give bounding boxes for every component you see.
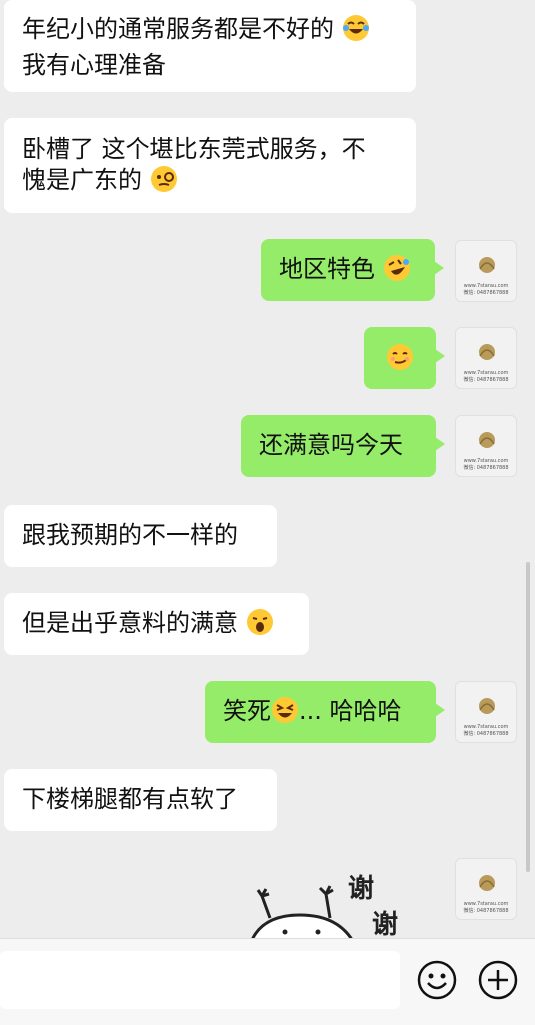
message-text-line: 卧槽了 这个堪比东莞式服务，不 [22,135,366,163]
message-text: 地区特色 [279,255,375,283]
avatar-url: www.7starau.com [463,458,509,464]
smirk-emoji-icon [386,343,414,379]
my-avatar[interactable]: www.7starau.com 微信: 0487867888 [455,240,517,302]
laughing-tears-emoji-icon [342,14,370,50]
avatar-url: www.7starau.com [463,283,509,289]
plus-button[interactable] [477,959,519,1001]
message-incoming-4[interactable]: 但是出乎意料的满意 [4,593,309,655]
avatar-contact: 微信: 0487867888 [463,465,509,471]
message-incoming-5[interactable]: 下楼梯腿都有点软了 [4,769,277,831]
smiley-icon [417,960,457,1000]
avatar-contact: 微信: 0487867888 [463,290,509,296]
message-outgoing-2[interactable] [364,327,445,389]
message-text: 还满意吗今天 [259,431,403,459]
avatar-url: www.7starau.com [463,724,509,730]
avatar-url: www.7starau.com [463,901,509,907]
message-incoming-1[interactable]: 年纪小的通常服务都是不好的 我有心理准备 [4,0,416,92]
message-outgoing-1[interactable]: 地区特色 [261,239,444,301]
message-text-line: 愧是广东的 [22,166,142,194]
sticker-char: 谢 [348,874,375,904]
surprised-emoji-icon [246,608,274,644]
emoji-button[interactable] [416,959,458,1001]
scrollbar[interactable] [526,562,530,872]
grin-squint-emoji-icon [271,696,299,732]
message-outgoing-3[interactable]: 还满意吗今天 [241,415,445,477]
avatar-contact: 微信: 0487867888 [463,377,509,383]
message-incoming-2[interactable]: 卧槽了 这个堪比东莞式服务，不 愧是广东的 [4,118,416,213]
avatar-url: www.7starau.com [463,370,509,376]
avatar-contact: 微信: 0487867888 [463,908,509,914]
message-text: 下楼梯腿都有点软了 [22,785,238,813]
rolling-laugh-emoji-icon [383,254,411,290]
my-avatar[interactable]: www.7starau.com 微信: 0487867888 [455,415,517,477]
message-text-line: 年纪小的通常服务都是不好的 [22,15,334,43]
my-avatar[interactable]: www.7starau.com 微信: 0487867888 [455,327,517,389]
sticker-char: 谢 [372,910,399,940]
my-avatar[interactable]: www.7starau.com 微信: 0487867888 [455,858,517,920]
message-input[interactable] [0,951,400,1009]
message-outgoing-4[interactable]: 笑死 ... 哈哈哈 [205,681,445,743]
message-text-after: ... 哈哈哈 [299,697,402,725]
message-text: 跟我预期的不一样的 [22,521,238,549]
message-text-line: 我有心理准备 [22,51,166,79]
plus-circle-icon [478,960,518,1000]
input-bar [0,938,535,1025]
message-text-before: 笑死 [223,697,271,725]
thanks-sticker[interactable]: 谢 谢 [240,860,450,945]
message-text: 但是出乎意料的满意 [22,609,238,637]
monocle-emoji-icon [150,165,178,201]
my-avatar[interactable]: www.7starau.com 微信: 0487867888 [455,681,517,743]
avatar-contact: 微信: 0487867888 [463,731,509,737]
message-incoming-3[interactable]: 跟我预期的不一样的 [4,505,277,567]
